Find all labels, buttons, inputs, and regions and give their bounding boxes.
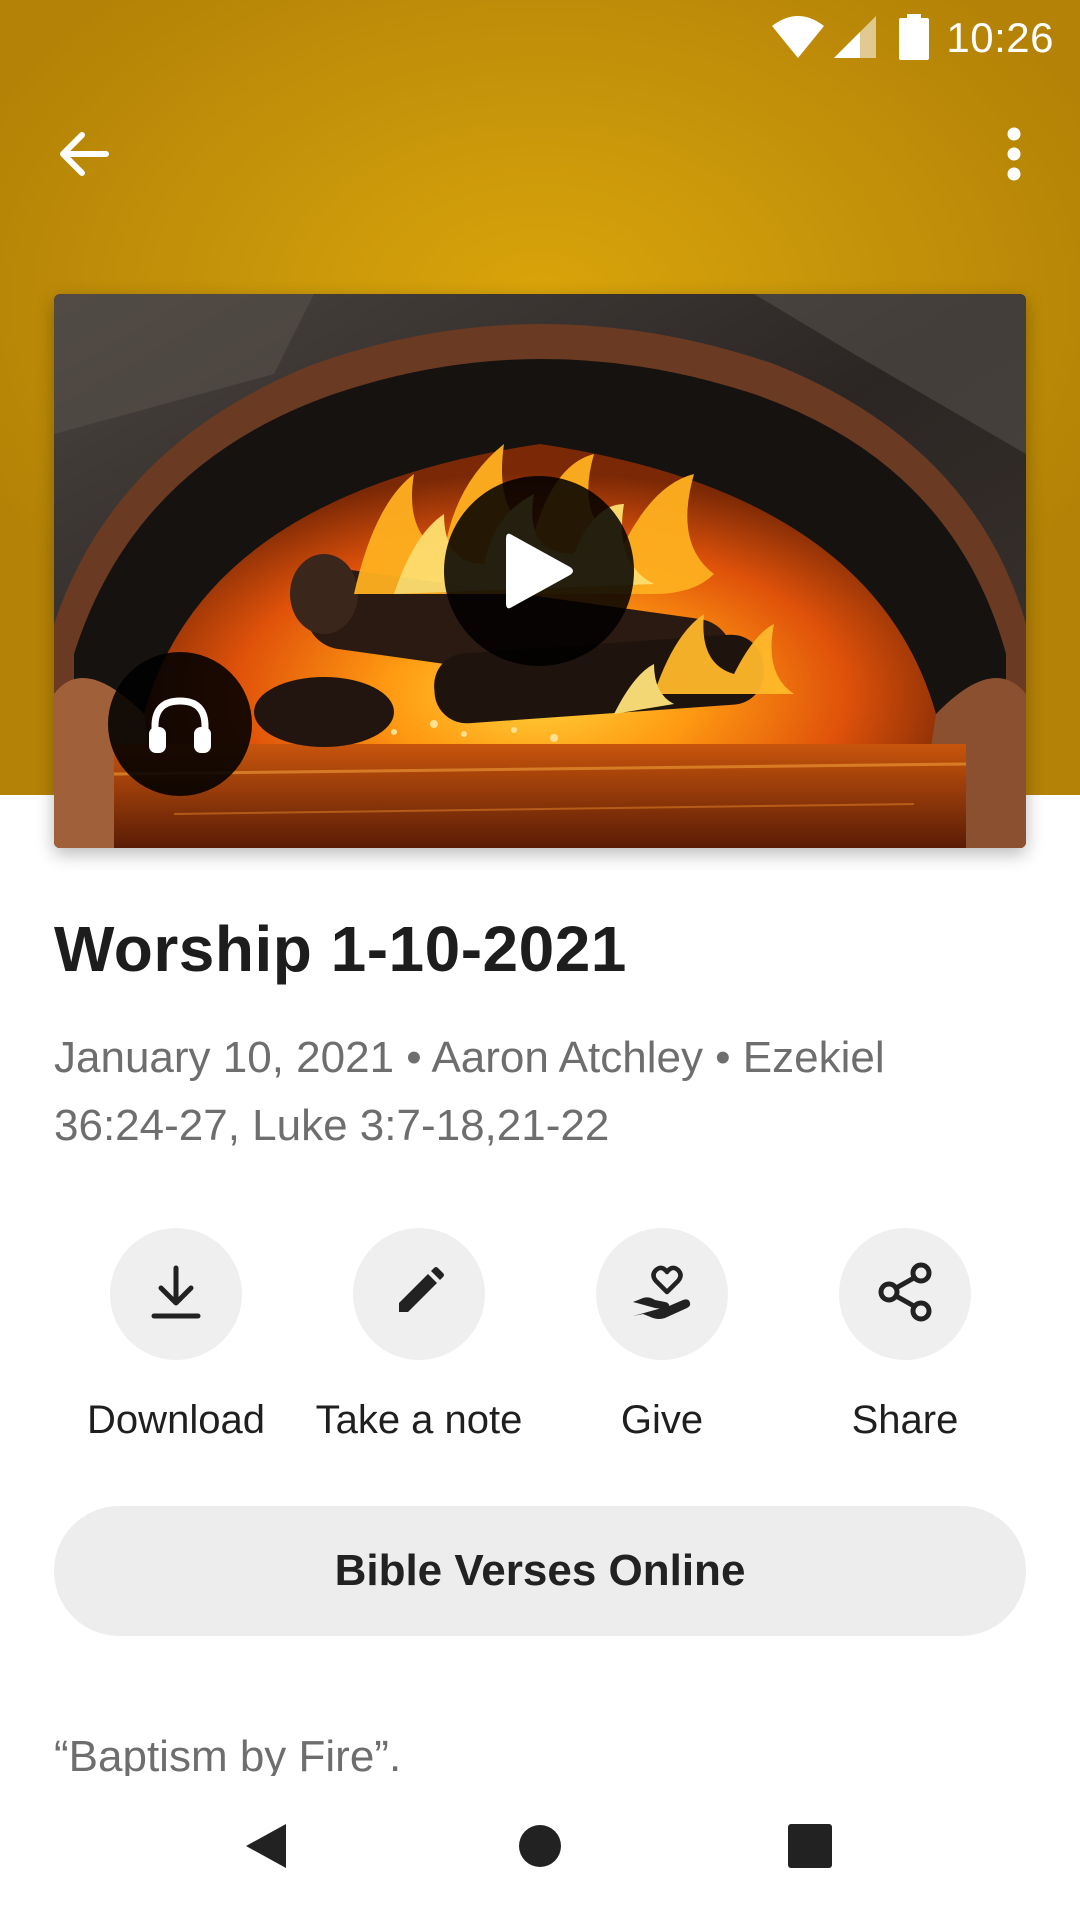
share-icon — [877, 1262, 933, 1327]
download-label: Download — [87, 1398, 265, 1442]
status-bar: 10:26 — [0, 0, 1080, 78]
nav-back-button[interactable] — [222, 1804, 310, 1892]
play-icon — [504, 531, 574, 611]
more-vert-icon — [1004, 124, 1024, 189]
take-note-action[interactable]: Take a note — [299, 1228, 539, 1443]
share-action[interactable]: Share — [785, 1228, 1025, 1443]
nav-home-icon — [517, 1823, 563, 1874]
share-label: Share — [851, 1398, 959, 1442]
play-button[interactable] — [444, 476, 634, 666]
give-action[interactable]: Give — [542, 1228, 782, 1443]
give-heart-hand-icon — [631, 1262, 693, 1327]
give-button[interactable] — [596, 1228, 728, 1360]
signal-icon — [832, 14, 878, 65]
headphones-icon — [147, 693, 213, 755]
more-options-button[interactable] — [966, 108, 1062, 204]
nav-back-icon — [242, 1820, 290, 1877]
give-label: Give — [620, 1398, 704, 1442]
take-note-label: Take a note — [315, 1398, 523, 1442]
bible-verses-online-button[interactable]: Bible Verses Online — [54, 1506, 1026, 1636]
sermon-meta: January 10, 2021 • Aaron Atchley • Ezeki… — [54, 1033, 885, 1150]
pencil-icon — [393, 1266, 445, 1323]
sermon-description: “Baptism by Fire”. — [54, 1732, 402, 1776]
audio-button[interactable] — [108, 652, 252, 796]
take-note-button[interactable] — [353, 1228, 485, 1360]
nav-recents-button[interactable] — [766, 1804, 854, 1892]
sermon-artwork[interactable] — [54, 294, 1026, 848]
wifi-icon — [770, 14, 826, 65]
status-time: 10:26 — [946, 14, 1054, 61]
battery-icon — [898, 14, 930, 65]
download-button[interactable] — [110, 1228, 242, 1360]
download-icon — [150, 1264, 202, 1325]
download-action[interactable]: Download — [56, 1228, 296, 1443]
nav-home-button[interactable] — [496, 1804, 584, 1892]
arrow-back-icon — [56, 126, 112, 187]
share-button[interactable] — [839, 1228, 971, 1360]
back-button[interactable] — [36, 108, 132, 204]
description-container: “Baptism by Fire”. — [54, 1726, 1026, 1776]
sermon-detail-screen: 10:26 Worship 1-10-2021 January 10, 2021… — [0, 0, 1080, 1920]
sermon-title: Worship 1-10-2021 — [54, 913, 627, 985]
nav-recents-icon — [787, 1823, 833, 1874]
system-nav-bar — [0, 1776, 1080, 1920]
